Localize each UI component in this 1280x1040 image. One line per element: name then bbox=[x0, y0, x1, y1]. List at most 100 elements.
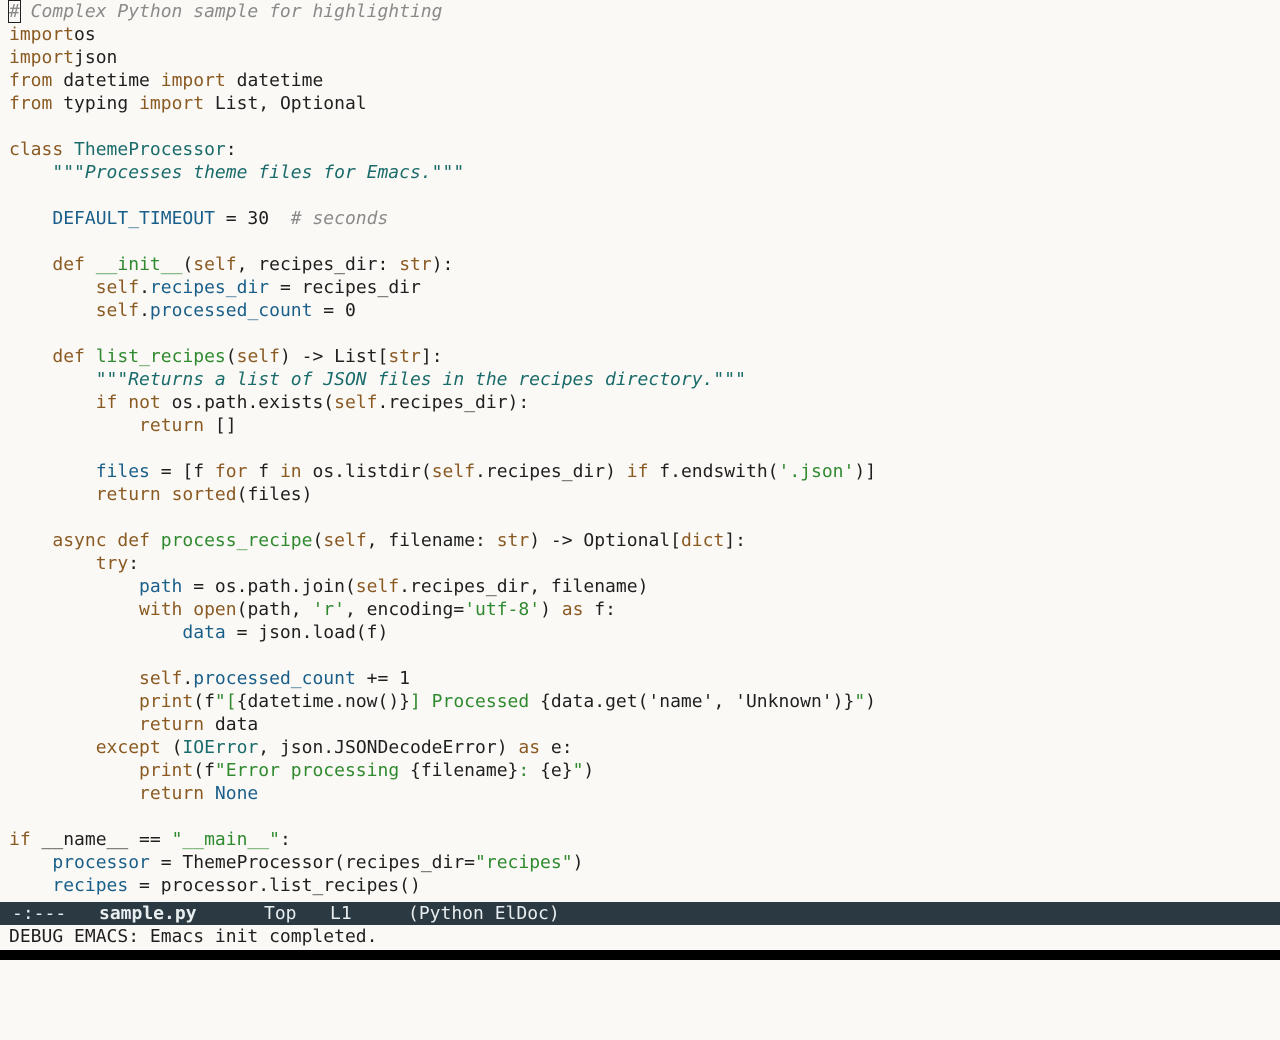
code-line[interactable]: print(f"[{datetime.now()}] Processed {da… bbox=[9, 690, 876, 713]
code-token: = recipes_dir bbox=[269, 277, 421, 298]
code-token: return bbox=[95, 484, 161, 505]
code-token: )] bbox=[854, 461, 877, 482]
code-token: {filename} bbox=[410, 760, 519, 781]
code-token: as bbox=[561, 599, 584, 620]
code-token: open bbox=[193, 599, 237, 620]
code-line[interactable]: data = json.load(f) bbox=[9, 621, 388, 644]
code-token: None bbox=[214, 783, 259, 804]
editor-buffer[interactable]: # Complex Python sample for highlighting… bbox=[0, 0, 1280, 900]
code-token: os.path.exists( bbox=[160, 392, 335, 413]
modeline-buffer-name[interactable]: sample.py bbox=[99, 902, 197, 925]
code-line[interactable]: try: bbox=[9, 552, 139, 575]
code-line[interactable]: files = [f for f in os.listdir(self.reci… bbox=[9, 460, 876, 483]
code-token: with bbox=[139, 599, 183, 620]
code-token: {datetime.now()} bbox=[236, 691, 410, 712]
code-line[interactable]: from datetime import datetime bbox=[9, 69, 323, 92]
modeline-modes[interactable]: (Python ElDoc) bbox=[408, 902, 560, 925]
code-line[interactable]: async def process_recipe(self, filename:… bbox=[9, 529, 746, 552]
code-token: class bbox=[9, 139, 64, 160]
code-token: for bbox=[214, 461, 248, 482]
echo-area: DEBUG EMACS: Emacs init completed. bbox=[0, 925, 1280, 948]
code-line[interactable]: return None bbox=[9, 782, 258, 805]
code-token: , json.JSONDecodeError) bbox=[258, 737, 519, 758]
code-line[interactable]: importos bbox=[9, 23, 96, 46]
code-token: = [f bbox=[149, 461, 215, 482]
screen-bottom-border bbox=[0, 950, 1280, 960]
code-token: {data.get('name', 'Unknown')} bbox=[540, 691, 855, 712]
code-token: """Returns a list of JSON files in the r… bbox=[95, 369, 746, 390]
code-line[interactable]: except (IOError, json.JSONDecodeError) a… bbox=[9, 736, 573, 759]
code-line[interactable]: from typing import List, Optional bbox=[9, 92, 367, 115]
code-token: self bbox=[139, 668, 183, 689]
code-token: 'utf-8' bbox=[464, 599, 541, 620]
code-line[interactable]: DEFAULT_TIMEOUT = 30 # seconds bbox=[9, 207, 388, 230]
code-line[interactable]: self.processed_count += 1 bbox=[9, 667, 410, 690]
code-token: import bbox=[139, 93, 205, 114]
code-token: __init__ bbox=[95, 254, 183, 275]
code-token: , filename: bbox=[366, 530, 497, 551]
code-token: data bbox=[204, 714, 259, 735]
code-line[interactable]: class ThemeProcessor: bbox=[9, 138, 237, 161]
code-token: if bbox=[626, 461, 649, 482]
code-token: DEFAULT_TIMEOUT bbox=[52, 208, 215, 229]
code-token: processor bbox=[52, 852, 150, 873]
code-token: typing bbox=[52, 93, 140, 114]
code-line[interactable]: """Processes theme files for Emacs.""" bbox=[9, 161, 464, 184]
code-line[interactable]: recipes = processor.list_recipes() bbox=[9, 874, 420, 897]
code-token: ) bbox=[865, 691, 877, 712]
code-line[interactable]: with open(path, 'r', encoding='utf-8') a… bbox=[9, 598, 616, 621]
code-token: str bbox=[399, 254, 432, 275]
code-line[interactable]: if not os.path.exists(self.recipes_dir): bbox=[9, 391, 530, 414]
code-token: {e} bbox=[540, 760, 573, 781]
code-line[interactable]: if __name__ == "__main__": bbox=[9, 828, 291, 851]
code-line[interactable]: processor = ThemeProcessor(recipes_dir="… bbox=[9, 851, 583, 874]
code-line[interactable]: def list_recipes(self) -> List[str]: bbox=[9, 345, 442, 368]
code-line[interactable]: return sorted(files) bbox=[9, 483, 313, 506]
code-token: list_recipes bbox=[95, 346, 226, 367]
code-token: ( bbox=[312, 530, 324, 551]
code-line[interactable]: importjson bbox=[9, 46, 117, 69]
code-line[interactable]: def __init__(self, recipes_dir: str): bbox=[9, 253, 453, 276]
code-line[interactable]: return [] bbox=[9, 414, 237, 437]
code-token: f bbox=[247, 461, 280, 482]
code-token: (files) bbox=[236, 484, 313, 505]
code-line[interactable]: self.recipes_dir = recipes_dir bbox=[9, 276, 421, 299]
code-line[interactable]: return data bbox=[9, 713, 258, 736]
code-token: dict bbox=[680, 530, 725, 551]
modeline-line: L1 bbox=[330, 903, 352, 924]
code-token: ) bbox=[583, 760, 595, 781]
code-token: : bbox=[279, 829, 291, 850]
code-line[interactable]: # Complex Python sample for highlighting bbox=[8, 0, 442, 23]
code-token: recipes bbox=[52, 875, 129, 896]
code-token: os.listdir( bbox=[301, 461, 432, 482]
code-token: "recipes" bbox=[475, 852, 573, 873]
code-token: return bbox=[139, 714, 205, 735]
code-line[interactable]: path = os.path.join(self.recipes_dir, fi… bbox=[9, 575, 648, 598]
code-line[interactable]: """Returns a list of JSON files in the r… bbox=[9, 368, 746, 391]
code-line[interactable]: self.processed_count = 0 bbox=[9, 299, 356, 322]
code-token: print bbox=[139, 691, 194, 712]
code-token: import bbox=[9, 47, 75, 68]
code-token: self bbox=[193, 254, 237, 275]
code-line[interactable]: print(f"Error processing {filename}: {e}… bbox=[9, 759, 594, 782]
